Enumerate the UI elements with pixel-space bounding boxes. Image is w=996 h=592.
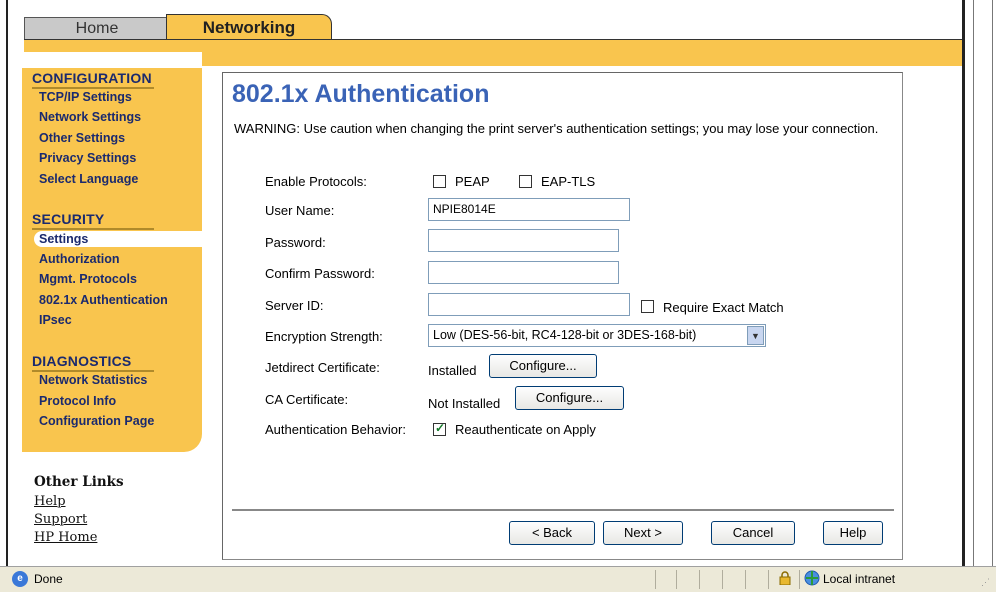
sidebar-item-other-settings[interactable]: Other Settings — [39, 131, 125, 145]
sidebar: CONFIGURATION TCP/IP Settings Network Se… — [22, 68, 202, 452]
status-bar: e Done Local intranet ⋰ — [0, 566, 996, 592]
ie-page-icon: e — [12, 571, 28, 587]
jetdirect-certificate-status: Installed — [428, 363, 477, 378]
sidebar-item-ipsec[interactable]: IPsec — [39, 313, 72, 327]
status-text: Done — [34, 572, 63, 586]
tab-home[interactable]: Home — [24, 17, 170, 39]
status-cell — [722, 570, 744, 589]
username-label: User Name: — [265, 203, 335, 218]
chevron-down-icon[interactable]: ▼ — [747, 326, 764, 345]
password-label: Password: — [265, 235, 326, 250]
server-id-label: Server ID: — [265, 298, 324, 313]
link-hp-home[interactable]: HP Home — [34, 529, 124, 547]
sidebar-item-settings-selected[interactable]: Settings — [34, 231, 202, 247]
confirm-password-label: Confirm Password: — [265, 266, 375, 281]
lock-icon — [779, 571, 791, 585]
sidebar-heading-diagnostics: DIAGNOSTICS — [32, 353, 155, 372]
next-button[interactable]: Next > — [603, 521, 683, 545]
status-cell — [699, 570, 721, 589]
tab-strip: Home Networking — [10, 0, 962, 52]
encryption-strength-select[interactable]: Low (DES-56-bit, RC4-128-bit or 3DES-168… — [428, 324, 766, 347]
help-button[interactable]: Help — [823, 521, 883, 545]
ca-certificate-status: Not Installed — [428, 396, 501, 411]
resize-grip-icon[interactable]: ⋰ — [981, 577, 993, 589]
other-links-heading: Other Links — [34, 474, 124, 490]
server-id-field[interactable] — [428, 293, 630, 316]
sidebar-item-authorization[interactable]: Authorization — [39, 252, 120, 266]
cancel-button[interactable]: Cancel — [711, 521, 795, 545]
peap-checkbox[interactable] — [433, 175, 446, 188]
eaptls-label: EAP-TLS — [541, 174, 596, 189]
sidebar-heading-configuration: CONFIGURATION — [32, 70, 154, 89]
jetdirect-configure-button[interactable]: Configure... — [489, 354, 597, 378]
reauthenticate-checkbox[interactable] — [433, 421, 446, 436]
jetdirect-certificate-label: Jetdirect Certificate: — [265, 360, 380, 375]
sidebar-heading-security: SECURITY — [32, 211, 155, 230]
sidebar-item-mgmt-protocols[interactable]: Mgmt. Protocols — [39, 272, 137, 286]
tab-bar — [24, 39, 962, 52]
require-exact-match-label: Require Exact Match — [663, 300, 784, 315]
window-scrollbar[interactable] — [962, 0, 996, 566]
content-header-band — [202, 52, 962, 72]
username-field[interactable]: NPIE8014E — [428, 198, 630, 221]
content-panel — [222, 72, 903, 560]
sidebar-item-configuration-page[interactable]: Configuration Page — [39, 414, 154, 428]
page-title: 802.1x Authentication — [232, 80, 490, 108]
encryption-strength-label: Encryption Strength: — [265, 329, 383, 344]
peap-label: PEAP — [455, 174, 490, 189]
sidebar-item-tcpip-settings[interactable]: TCP/IP Settings — [39, 90, 132, 104]
zone-text: Local intranet — [823, 572, 896, 586]
eaptls-checkbox[interactable] — [519, 175, 532, 188]
sidebar-item-privacy-settings[interactable]: Privacy Settings — [39, 151, 136, 165]
sidebar-item-8021x-authentication[interactable]: 802.1x Authentication — [39, 293, 168, 307]
status-cell — [655, 570, 675, 589]
reauthenticate-label: Reauthenticate on Apply — [455, 422, 596, 437]
require-exact-match-checkbox[interactable] — [641, 300, 654, 313]
window-frame-left — [0, 0, 8, 566]
encryption-strength-value: Low (DES-56-bit, RC4-128-bit or 3DES-168… — [433, 328, 697, 342]
sidebar-item-protocol-info[interactable]: Protocol Info — [39, 394, 116, 408]
authentication-behavior-label: Authentication Behavior: — [265, 422, 406, 437]
back-button[interactable]: < Back — [509, 521, 595, 545]
sidebar-item-network-statistics[interactable]: Network Statistics — [39, 373, 147, 387]
ca-certificate-label: CA Certificate: — [265, 392, 349, 407]
sidebar-item-network-settings[interactable]: Network Settings — [39, 110, 141, 124]
enable-protocols-label: Enable Protocols: — [265, 174, 367, 189]
warning-text: WARNING: Use caution when changing the p… — [234, 121, 879, 136]
link-support[interactable]: Support — [34, 511, 124, 529]
status-cell — [676, 570, 698, 589]
other-links: Other Links Help Support HP Home — [34, 474, 124, 547]
status-cell — [745, 570, 767, 589]
confirm-password-field[interactable] — [428, 261, 619, 284]
link-help[interactable]: Help — [34, 493, 124, 511]
password-field[interactable] — [428, 229, 619, 252]
ca-configure-button[interactable]: Configure... — [515, 386, 624, 410]
footer-divider — [232, 509, 894, 511]
tab-networking[interactable]: Networking — [166, 14, 332, 40]
sidebar-item-select-language[interactable]: Select Language — [39, 172, 138, 186]
globe-intranet-icon — [804, 570, 820, 586]
